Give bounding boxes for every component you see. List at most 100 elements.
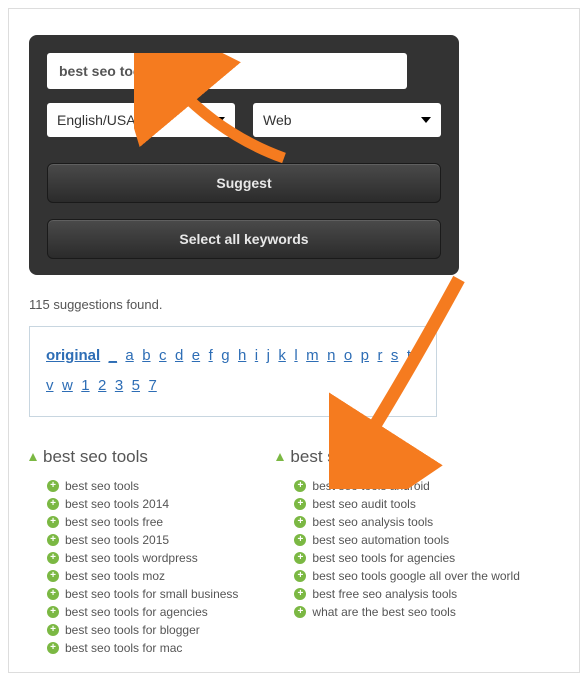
keyword-item[interactable]: +best seo tools google all over the worl… [294,567,519,585]
search-panel: English/USA Web Suggest Select all keywo… [29,35,459,275]
nav-link-3[interactable]: 3 [115,377,123,394]
nav-link-m[interactable]: m [306,347,319,364]
nav-link-p[interactable]: p [361,347,369,364]
keyword-item[interactable]: + best seo audit tools [294,495,519,513]
keyword-item[interactable]: + best seo tools for agencies [294,549,519,567]
nav-link-h[interactable]: h [238,347,246,364]
nav-link-o[interactable]: o [344,347,352,364]
keyword-group: best seo tools + a + best seo tools androi… [276,447,519,657]
keyword-item[interactable]: + what are the best seo tools [294,603,519,621]
keyword-item[interactable]: + best seo tools for small business [47,585,238,603]
nav-link-a[interactable]: a [125,347,133,364]
nav-link-r[interactable]: r [377,347,382,364]
plus-icon: + [294,588,306,600]
keyword-text: best seo audit tools [312,497,415,511]
language-value: English/USA [57,112,136,128]
plus-icon: + [47,570,59,582]
nav-link-2[interactable]: 2 [98,377,106,394]
keyword-text: best seo tools moz [65,569,165,583]
keyword-list: +best seo tools+best seo tools 2014+best… [29,477,238,657]
keyword-item[interactable]: + best free seo analysis tools [294,585,519,603]
plus-icon: + [47,534,59,546]
keyword-text: best seo tools [65,479,139,493]
keyword-item[interactable]: + best seo tools wordpress [47,549,238,567]
nav-link-i[interactable]: i [255,347,258,364]
plus-icon: + [294,498,306,510]
plus-icon: + [47,516,59,528]
group-heading: best seo tools + a [276,447,519,467]
plus-icon: + [47,624,59,636]
keyword-input[interactable] [47,53,407,89]
plus-icon: + [47,642,59,654]
plus-icon: + [47,480,59,492]
nav-link-j[interactable]: j [267,347,270,364]
plus-icon: + [294,606,306,618]
plus-icon: + [294,534,306,546]
keyword-text: best seo tools free [65,515,163,529]
keyword-text: best seo tools 2014 [65,497,169,511]
keyword-item[interactable]: + best seo tools [47,477,238,495]
chevron-down-icon [421,117,431,123]
nav-link-v[interactable]: v [46,377,54,394]
keyword-item[interactable]: + best seo tools for blogger [47,621,238,639]
keyword-item[interactable]: + best seo automation tools [294,531,519,549]
select-all-button[interactable]: Select all keywords [47,219,441,259]
keyword-list: + best seo tools android + best seo audit t… [276,477,519,621]
nav-link-t[interactable]: t [407,347,411,364]
keyword-text: best seo tools for blogger [65,623,200,637]
keyword-item[interactable]: + best seo tools android [294,477,519,495]
plus-icon: + [294,516,306,528]
keyword-text: what are the best seo tools [312,605,455,619]
keyword-item[interactable]: + best seo analysis tools [294,513,519,531]
plus-icon: + [294,552,306,564]
arrow-up-icon [276,453,284,461]
nav-link-n[interactable]: n [327,347,335,364]
alpha-nav: original _ a b c d e f g h i j k l m n o… [29,326,437,417]
keyword-text: best seo tools wordpress [65,551,198,565]
app-frame: English/USA Web Suggest Select all keywo… [8,8,580,673]
chevron-down-icon [215,117,225,123]
plus-icon: + [47,606,59,618]
suggest-button[interactable]: Suggest [47,163,441,203]
nav-link-1[interactable]: 1 [81,377,89,394]
keyword-text: best seo automation tools [312,533,449,547]
group-title: best seo tools + a [290,447,424,467]
nav-link-c[interactable]: c [159,347,167,364]
nav-link-5[interactable]: 5 [132,377,140,394]
keyword-text: best seo tools for small business [65,587,238,601]
nav-link-7[interactable]: 7 [148,377,156,394]
nav-link-w[interactable]: w [62,377,73,394]
keyword-item[interactable]: +best seo tools 2014 [47,495,238,513]
nav-link-original[interactable]: original [46,347,100,364]
nav-link-b[interactable]: b [142,347,150,364]
nav-link-_[interactable]: _ [109,347,117,364]
nav-link-e[interactable]: e [192,347,200,364]
language-select[interactable]: English/USA [47,103,235,137]
keyword-text: best seo analysis tools [312,515,433,529]
keyword-item[interactable]: + best seo tools free [47,513,238,531]
keyword-text: best free seo analysis tools [312,587,457,601]
source-value: Web [263,112,292,128]
keyword-text: best seo tools google all over the world [312,569,519,583]
nav-link-k[interactable]: k [278,347,286,364]
keyword-item[interactable]: +best seo tools for mac [47,639,238,657]
status-text: 115 suggestions found. [29,297,559,312]
plus-icon: + [47,552,59,564]
keyword-item[interactable]: + best seo tools for agencies [47,603,238,621]
keyword-text: best seo tools android [312,479,429,493]
keyword-text: best seo tools for agencies [312,551,455,565]
source-select[interactable]: Web [253,103,441,137]
nav-link-g[interactable]: g [221,347,229,364]
group-heading: best seo tools [29,447,238,467]
keyword-text: best seo tools for agencies [65,605,208,619]
nav-link-d[interactable]: d [175,347,183,364]
keyword-text: best seo tools 2015 [65,533,169,547]
nav-link-s[interactable]: s [391,347,399,364]
plus-icon: + [47,588,59,600]
keyword-item[interactable]: + best seo tools 2015 [47,531,238,549]
keyword-item[interactable]: + best seo tools moz [47,567,238,585]
arrow-up-icon [29,453,37,461]
plus-icon: + [294,480,306,492]
nav-link-l[interactable]: l [294,347,297,364]
nav-link-f[interactable]: f [209,347,213,364]
